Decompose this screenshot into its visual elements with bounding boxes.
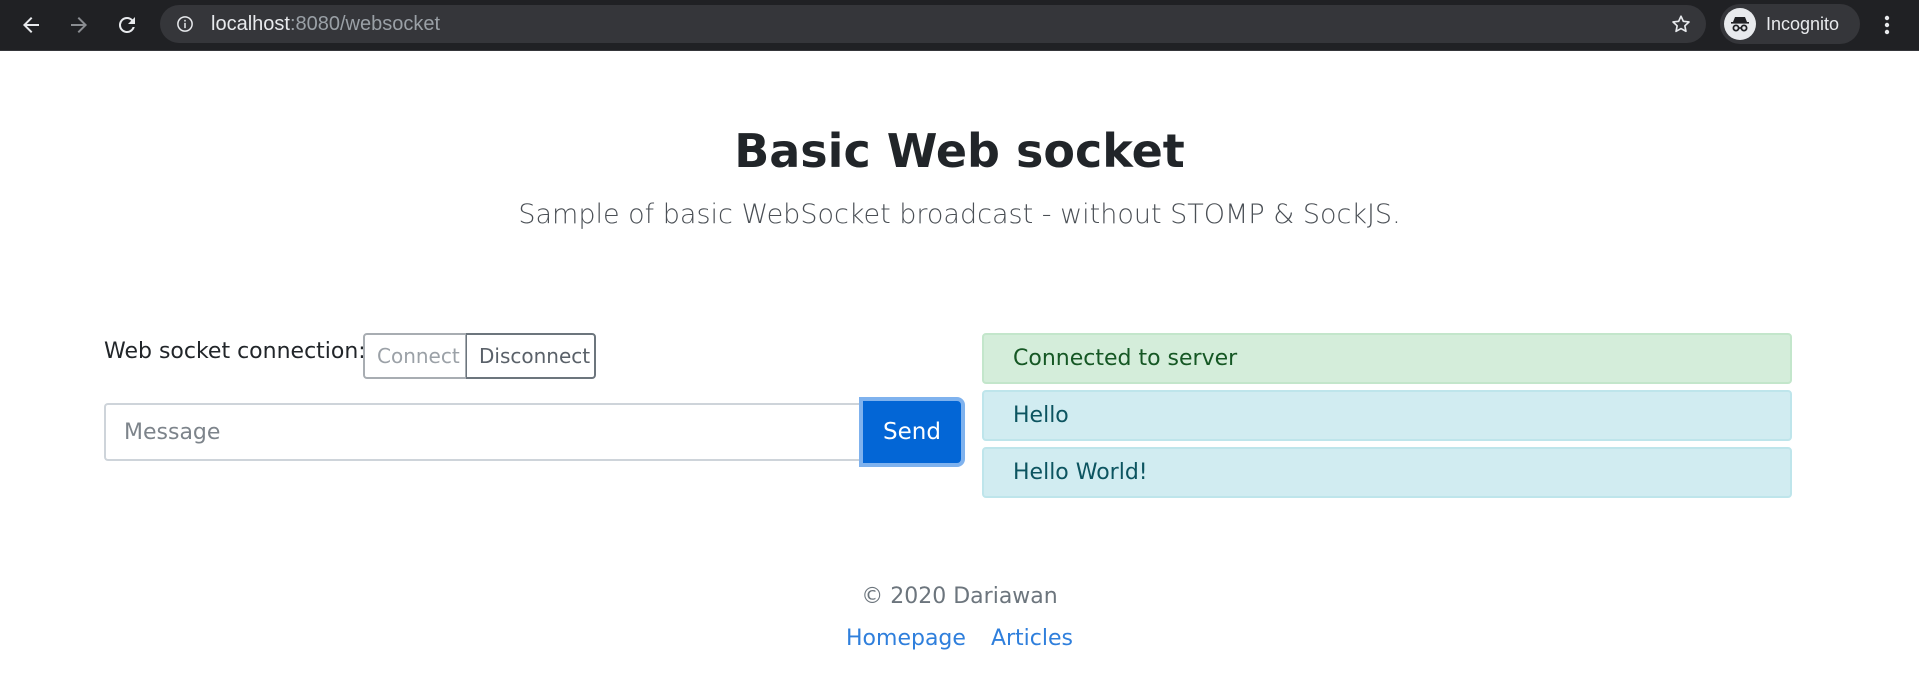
url-host: localhost [211, 13, 290, 35]
info-icon[interactable] [176, 15, 194, 33]
message-item: Connected to server [982, 333, 1792, 384]
connect-button[interactable]: Connect [363, 333, 466, 379]
articles-link[interactable]: Articles [991, 626, 1073, 651]
page-subtitle: Sample of basic WebSocket broadcast - wi… [518, 199, 1401, 230]
reload-button[interactable] [110, 8, 144, 42]
back-button[interactable] [14, 8, 48, 42]
star-icon[interactable] [1670, 13, 1692, 35]
message-item: Hello World! [982, 447, 1792, 498]
page-content: Basic Web socket Sample of basic WebSock… [0, 51, 1919, 685]
reload-icon [118, 16, 135, 33]
incognito-avatar [1724, 8, 1756, 40]
incognito-icon [1731, 17, 1749, 32]
homepage-link[interactable]: Homepage [846, 626, 966, 651]
disconnect-button[interactable]: Disconnect [466, 333, 596, 379]
url-path: :8080/websocket [289, 13, 441, 35]
connection-label: Web socket connection: [104, 339, 366, 364]
message-input[interactable] [104, 403, 866, 461]
browser-menu-button[interactable] [1872, 8, 1902, 42]
kebab-menu-icon [1884, 15, 1890, 35]
url-text[interactable]: localhost:8080/websocket [211, 14, 440, 34]
address-bar[interactable]: localhost:8080/websocket [160, 5, 1706, 43]
message-log: Connected to server Hello Hello World! [982, 333, 1792, 504]
profile-button[interactable]: Incognito [1720, 4, 1860, 44]
footer-copyright: © 2020 Dariawan [861, 584, 1058, 609]
page-title: Basic Web socket [734, 124, 1185, 178]
forward-button[interactable] [62, 8, 96, 42]
send-button[interactable]: Send [863, 401, 961, 463]
footer-links: Homepage Articles [0, 625, 1919, 653]
message-item: Hello [982, 390, 1792, 441]
arrow-right-icon [71, 17, 87, 33]
profile-label: Incognito [1766, 14, 1840, 34]
browser-toolbar: localhost:8080/websocket Incognito [0, 0, 1919, 51]
arrow-left-icon [23, 17, 39, 33]
connection-button-group: Connect Disconnect [363, 333, 596, 379]
